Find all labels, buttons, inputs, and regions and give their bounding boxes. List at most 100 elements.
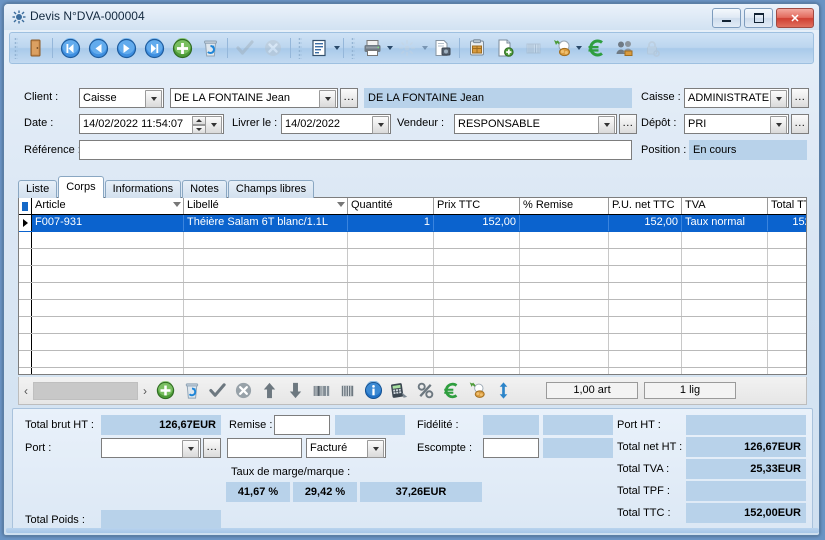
cashbox-select[interactable]: ADMINISTRATE — [684, 88, 789, 108]
cell-empty[interactable] — [348, 334, 434, 350]
cell-empty[interactable] — [609, 300, 682, 316]
cell-empty[interactable] — [520, 368, 609, 374]
cell-empty[interactable] — [520, 249, 609, 265]
table-row-empty[interactable] — [19, 283, 806, 300]
cell-article[interactable]: F007-931 — [32, 215, 184, 231]
table-row-empty[interactable] — [19, 368, 806, 374]
chevron-down-icon[interactable] — [182, 440, 199, 458]
remise-input[interactable] — [274, 415, 330, 435]
cell-empty[interactable] — [32, 300, 184, 316]
cell-empty[interactable] — [768, 300, 806, 316]
column-header-article[interactable]: Article — [32, 198, 184, 214]
cell-empty[interactable] — [768, 232, 806, 248]
cell-empty[interactable] — [768, 266, 806, 282]
package-icon[interactable] — [463, 35, 491, 61]
cell-empty[interactable] — [434, 317, 520, 333]
depot-browse-button[interactable]: ... — [791, 114, 809, 134]
cell-empty[interactable] — [32, 368, 184, 374]
cell-empty[interactable] — [609, 351, 682, 367]
cell-empty[interactable] — [520, 266, 609, 282]
table-row-empty[interactable] — [19, 232, 806, 249]
cell-empty[interactable] — [768, 317, 806, 333]
cell-empty[interactable] — [32, 334, 184, 350]
cell-empty[interactable] — [348, 249, 434, 265]
tab-corps[interactable]: Corps — [58, 176, 104, 198]
table-row-empty[interactable] — [19, 249, 806, 266]
delete-record-icon[interactable] — [196, 35, 224, 61]
chevron-down-icon[interactable] — [145, 90, 162, 108]
cell-empty[interactable] — [32, 266, 184, 282]
cell-empty[interactable] — [609, 368, 682, 374]
escompte-input[interactable] — [483, 438, 539, 458]
toolbar-grip[interactable] — [14, 37, 18, 59]
cell-empty[interactable] — [520, 317, 609, 333]
preview-icon[interactable] — [428, 35, 456, 61]
client-name-select[interactable]: DE LA FONTAINE Jean — [170, 88, 338, 108]
cell-empty[interactable] — [682, 300, 768, 316]
cell-empty[interactable] — [348, 300, 434, 316]
cell-empty[interactable] — [520, 232, 609, 248]
cell-empty[interactable] — [348, 368, 434, 374]
tab-champs-libres[interactable]: Champs libres — [227, 180, 315, 198]
print-icon[interactable] — [358, 35, 386, 61]
cell-empty[interactable] — [434, 300, 520, 316]
cell-empty[interactable] — [768, 249, 806, 265]
cell-empty[interactable] — [32, 249, 184, 265]
tab-informations[interactable]: Informations — [104, 180, 182, 198]
column-header-remise[interactable]: % Remise — [520, 198, 609, 214]
package-line-icon[interactable] — [464, 379, 490, 403]
cell-empty[interactable] — [348, 317, 434, 333]
chevron-down-icon[interactable] — [372, 116, 389, 134]
cell-empty[interactable] — [348, 351, 434, 367]
stock-single-icon[interactable] — [334, 379, 360, 403]
cell-empty[interactable] — [184, 351, 348, 367]
port-mode-select[interactable]: Facturé — [306, 438, 386, 458]
next-record-icon[interactable] — [112, 35, 140, 61]
column-header-total-ttc[interactable]: Total TTC — [768, 198, 806, 214]
percent-icon[interactable] — [412, 379, 438, 403]
client-browse-button[interactable]: ... — [340, 88, 358, 108]
table-row-empty[interactable] — [19, 300, 806, 317]
cell-empty[interactable] — [184, 300, 348, 316]
cell-empty[interactable] — [682, 368, 768, 374]
toolbar-grip[interactable] — [351, 37, 355, 59]
contacts-icon[interactable] — [610, 35, 638, 61]
cell-pu-net-ttc[interactable]: 152,00 — [609, 215, 682, 231]
column-header-pu-net-ttc[interactable]: P.U. net TTC — [609, 198, 682, 214]
cell-empty[interactable] — [32, 232, 184, 248]
chevron-down-icon[interactable] — [205, 116, 222, 134]
exit-door-icon[interactable] — [21, 35, 49, 61]
cell-empty[interactable] — [184, 334, 348, 350]
cell-quantite[interactable]: 1 — [348, 215, 434, 231]
cell-empty[interactable] — [768, 283, 806, 299]
cell-empty[interactable] — [682, 266, 768, 282]
delete-line-icon[interactable] — [178, 379, 204, 403]
grid-prev-button[interactable]: ‹ — [19, 384, 33, 398]
add-line-icon[interactable] — [152, 379, 178, 403]
table-row[interactable]: F007-931 Théière Salam 6T blanc/1.1L 1 1… — [19, 215, 806, 232]
cell-empty[interactable] — [682, 283, 768, 299]
cell-empty[interactable] — [184, 283, 348, 299]
client-type-select[interactable]: Caisse — [79, 88, 164, 108]
cell-prix-ttc[interactable]: 152,00 — [434, 215, 520, 231]
first-record-icon[interactable] — [56, 35, 84, 61]
column-header-tva[interactable]: TVA — [682, 198, 768, 214]
grid-select-all-button[interactable] — [19, 198, 32, 214]
euro-line-icon[interactable] — [438, 379, 464, 403]
cell-empty[interactable] — [434, 368, 520, 374]
cell-empty[interactable] — [609, 232, 682, 248]
resize-icon[interactable] — [490, 379, 516, 403]
date-spinner[interactable] — [192, 116, 206, 134]
cell-empty[interactable] — [682, 232, 768, 248]
filter-icon[interactable] — [337, 202, 345, 207]
cell-empty[interactable] — [184, 266, 348, 282]
table-row-empty[interactable] — [19, 317, 806, 334]
column-header-prix-ttc[interactable]: Prix TTC — [434, 198, 520, 214]
cell-empty[interactable] — [32, 283, 184, 299]
cell-empty[interactable] — [682, 334, 768, 350]
reference-input[interactable] — [79, 140, 632, 160]
filter-icon[interactable] — [173, 202, 181, 207]
cell-empty[interactable] — [32, 351, 184, 367]
add-record-icon[interactable] — [168, 35, 196, 61]
cell-empty[interactable] — [348, 283, 434, 299]
